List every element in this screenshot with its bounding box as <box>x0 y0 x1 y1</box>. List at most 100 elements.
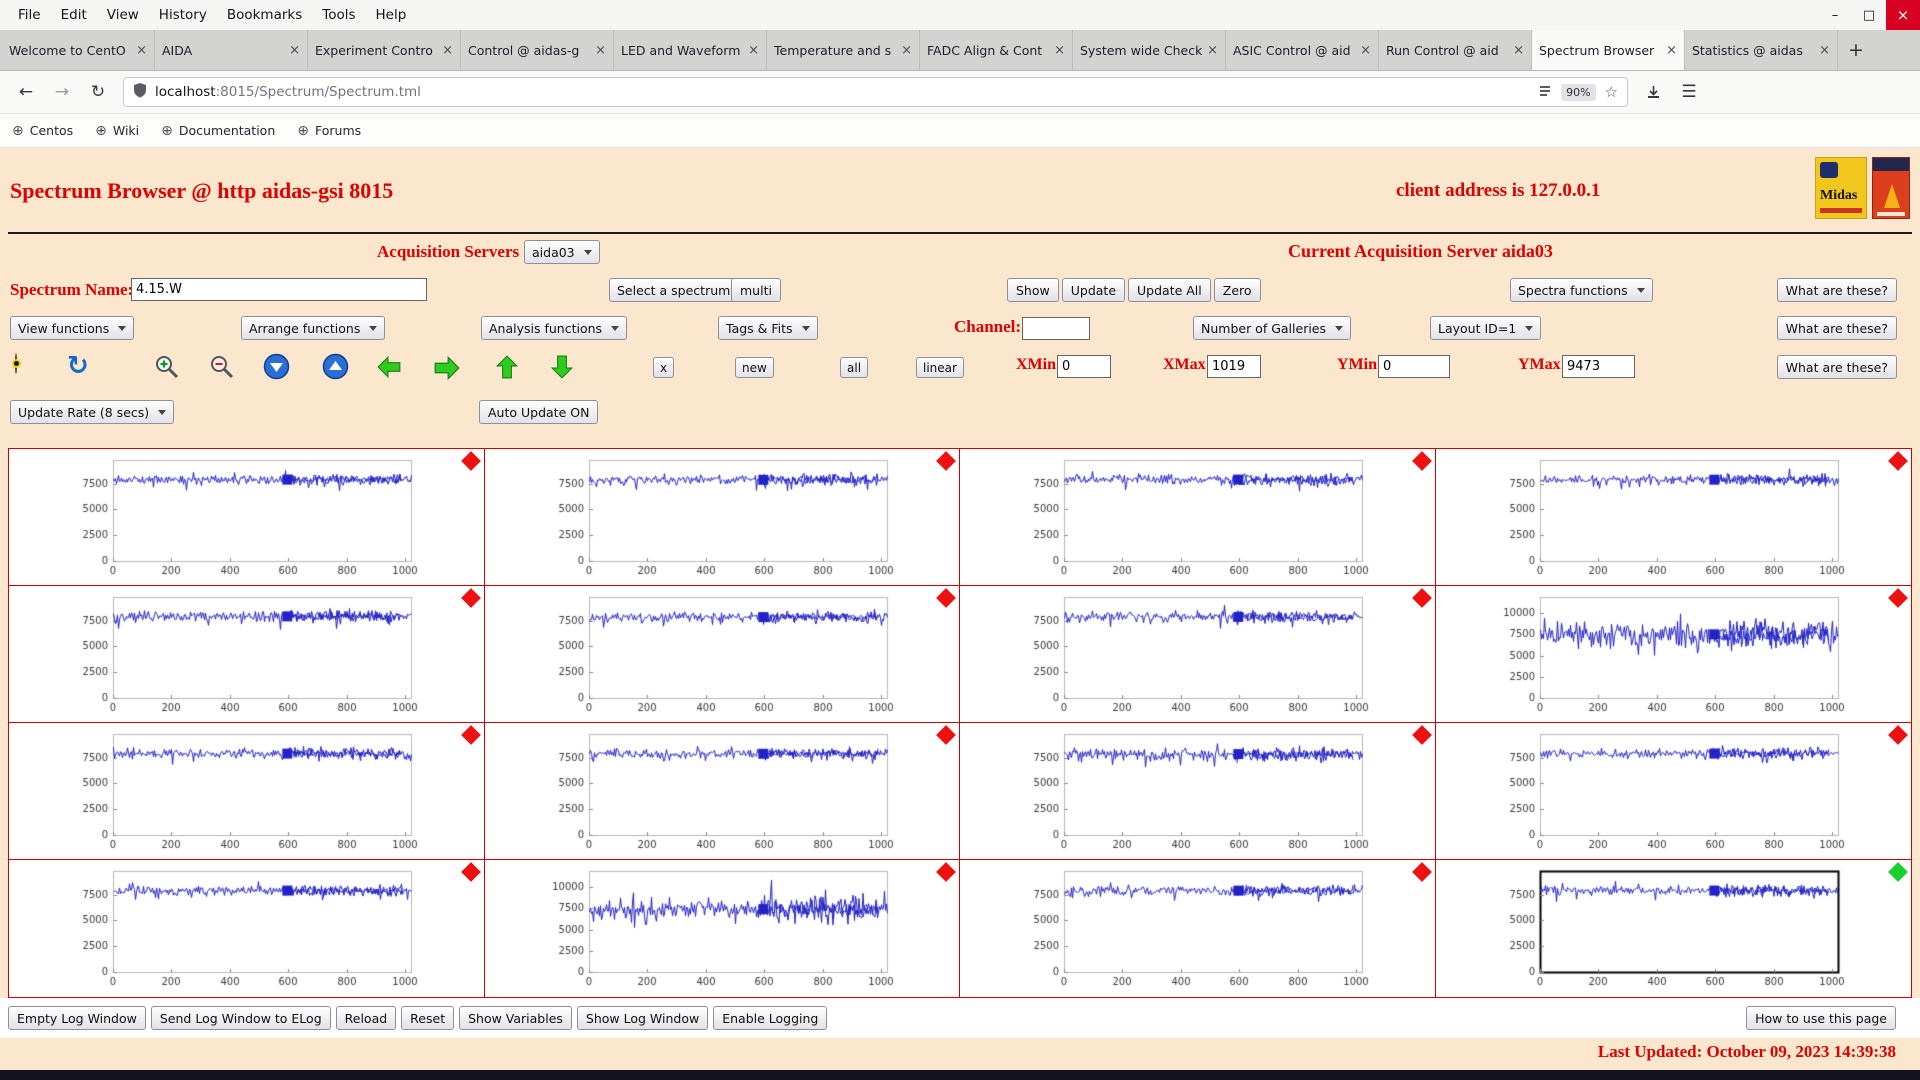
update-rate-select[interactable]: Update Rate (8 secs) <box>10 400 174 424</box>
update-all-button[interactable]: Update All <box>1128 278 1211 302</box>
bookmark-centos[interactable]: ⊕Centos <box>12 123 73 139</box>
zoom-level-badge[interactable]: 90% <box>1561 84 1595 101</box>
new-button[interactable]: new <box>735 357 774 378</box>
menu-view[interactable]: View <box>97 3 149 27</box>
menu-edit[interactable]: Edit <box>51 3 97 27</box>
reset-button[interactable]: Reset <box>401 1006 454 1030</box>
what-are-these-button-3[interactable]: What are these? <box>1777 355 1897 379</box>
spectrum-plot-cell-14[interactable] <box>485 860 961 997</box>
reload-icon[interactable]: ↻ <box>82 77 114 107</box>
analysis-functions-select[interactable]: Analysis functions <box>481 316 627 340</box>
tab-close-icon[interactable]: × <box>1054 43 1065 58</box>
tab-close-icon[interactable]: × <box>1666 43 1677 58</box>
new-tab-button[interactable]: + <box>1838 30 1874 70</box>
spectrum-plot-cell-3[interactable] <box>960 449 1436 586</box>
spectrum-plot-canvas-11[interactable] <box>960 723 1434 859</box>
number-of-galleries-select[interactable]: Number of Galleries <box>1193 316 1351 340</box>
tab-close-icon[interactable]: × <box>289 43 300 58</box>
auto-update-button[interactable]: Auto Update ON <box>479 400 598 424</box>
spectrum-plot-cell-4[interactable] <box>1436 449 1912 586</box>
spectrum-plot-canvas-6[interactable] <box>485 586 959 722</box>
spectrum-plot-canvas-10[interactable] <box>485 723 959 859</box>
spectrum-plot-canvas-14[interactable] <box>485 860 959 996</box>
menu-bookmarks[interactable]: Bookmarks <box>217 3 312 27</box>
spectrum-plot-cell-11[interactable] <box>960 723 1436 860</box>
spectrum-plot-cell-16[interactable] <box>1436 860 1912 997</box>
spectrum-plot-canvas-9[interactable] <box>9 723 483 859</box>
spectrum-plot-cell-5[interactable] <box>9 586 485 723</box>
what-are-these-button-1[interactable]: What are these? <box>1777 278 1897 302</box>
spectrum-plot-cell-12[interactable] <box>1436 723 1912 860</box>
spectrum-plot-cell-6[interactable] <box>485 586 961 723</box>
scroll-up-icon[interactable] <box>322 353 349 384</box>
spectrum-plot-canvas-4[interactable] <box>1436 449 1910 585</box>
tab-led-and-waveform[interactable]: LED and Waveform× <box>614 30 767 70</box>
channel-input[interactable] <box>1022 317 1090 340</box>
spectrum-plot-canvas-5[interactable] <box>9 586 483 722</box>
tags-fits-select[interactable]: Tags & Fits <box>718 316 818 340</box>
save-page-icon[interactable] <box>1637 77 1669 107</box>
ymin-input[interactable] <box>1378 355 1450 378</box>
all-button[interactable]: all <box>840 357 868 378</box>
zoom-out-icon[interactable] <box>208 353 236 385</box>
tab-close-icon[interactable]: × <box>595 43 606 58</box>
tab-close-icon[interactable]: × <box>748 43 759 58</box>
spectrum-plot-cell-13[interactable] <box>9 860 485 997</box>
menu-history[interactable]: History <box>149 3 217 27</box>
spectrum-plot-canvas-12[interactable] <box>1436 723 1910 859</box>
show-button[interactable]: Show <box>1007 278 1059 302</box>
menu-tools[interactable]: Tools <box>312 3 365 27</box>
empty-log-window-button[interactable]: Empty Log Window <box>8 1006 146 1030</box>
back-icon[interactable]: ← <box>10 77 42 107</box>
tab-run-control-aid[interactable]: Run Control @ aid× <box>1379 30 1532 70</box>
tab-fadc-align-cont[interactable]: FADC Align & Cont× <box>920 30 1073 70</box>
spectrum-plot-cell-2[interactable] <box>485 449 961 586</box>
reader-mode-icon[interactable] <box>1538 83 1552 102</box>
tab-control-aidas-g[interactable]: Control @ aidas-g× <box>461 30 614 70</box>
enable-logging-button[interactable]: Enable Logging <box>713 1006 827 1030</box>
tab-close-icon[interactable]: × <box>1360 43 1371 58</box>
menu-file[interactable]: File <box>8 3 51 27</box>
tab-aida[interactable]: AIDA× <box>155 30 308 70</box>
tab-close-icon[interactable]: × <box>442 43 453 58</box>
scroll-down-icon[interactable] <box>263 353 290 384</box>
spectrum-plot-canvas-15[interactable] <box>960 860 1434 996</box>
spectrum-plot-canvas-7[interactable] <box>960 586 1434 722</box>
maximize-button[interactable]: □ <box>1852 0 1886 30</box>
spectrum-plot-canvas-13[interactable] <box>9 860 483 996</box>
layout-id-select[interactable]: Layout ID=1 <box>1430 316 1541 340</box>
tab-spectrum-browser[interactable]: Spectrum Browser× <box>1532 30 1685 70</box>
close-button[interactable]: × <box>1886 0 1920 30</box>
spectrum-plot-cell-7[interactable] <box>960 586 1436 723</box>
menu-help[interactable]: Help <box>366 3 417 27</box>
arrow-right-icon[interactable] <box>432 355 462 385</box>
bookmark-forums[interactable]: ⊕Forums <box>297 123 361 139</box>
tab-close-icon[interactable]: × <box>136 43 147 58</box>
spectra-functions-select[interactable]: Spectra functions <box>1510 278 1653 302</box>
spectrum-plot-canvas-8[interactable] <box>1436 586 1910 722</box>
refresh-icon[interactable]: ↻ <box>67 353 89 379</box>
what-are-these-button-2[interactable]: What are these? <box>1777 316 1897 340</box>
xmax-input[interactable] <box>1207 355 1261 378</box>
url-bar[interactable]: localhost:8015/Spectrum/Spectrum.tml 90%… <box>123 77 1628 107</box>
radiation-icon[interactable] <box>15 353 17 374</box>
tab-system-wide-check[interactable]: System wide Check× <box>1073 30 1226 70</box>
bookmark-documentation[interactable]: ⊕Documentation <box>161 123 275 139</box>
spectrum-plot-cell-15[interactable] <box>960 860 1436 997</box>
arrow-up-icon[interactable] <box>495 353 519 385</box>
tab-welcome-to-cento[interactable]: Welcome to CentO× <box>2 30 155 70</box>
arrow-down-icon[interactable] <box>550 353 574 385</box>
bookmark-wiki[interactable]: ⊕Wiki <box>95 123 139 139</box>
tab-close-icon[interactable]: × <box>901 43 912 58</box>
spectrum-plot-canvas-16[interactable] <box>1436 860 1910 996</box>
arrange-functions-select[interactable]: Arrange functions <box>241 316 385 340</box>
spectrum-plot-cell-8[interactable] <box>1436 586 1912 723</box>
show-log-window-button[interactable]: Show Log Window <box>577 1006 708 1030</box>
tab-close-icon[interactable]: × <box>1207 43 1218 58</box>
spectrum-plot-cell-10[interactable] <box>485 723 961 860</box>
spectrum-name-input[interactable] <box>131 278 427 301</box>
tab-experiment-contro[interactable]: Experiment Contro× <box>308 30 461 70</box>
forward-icon[interactable]: → <box>46 77 78 107</box>
zoom-in-icon[interactable] <box>153 353 181 385</box>
minimize-button[interactable]: – <box>1818 0 1852 30</box>
